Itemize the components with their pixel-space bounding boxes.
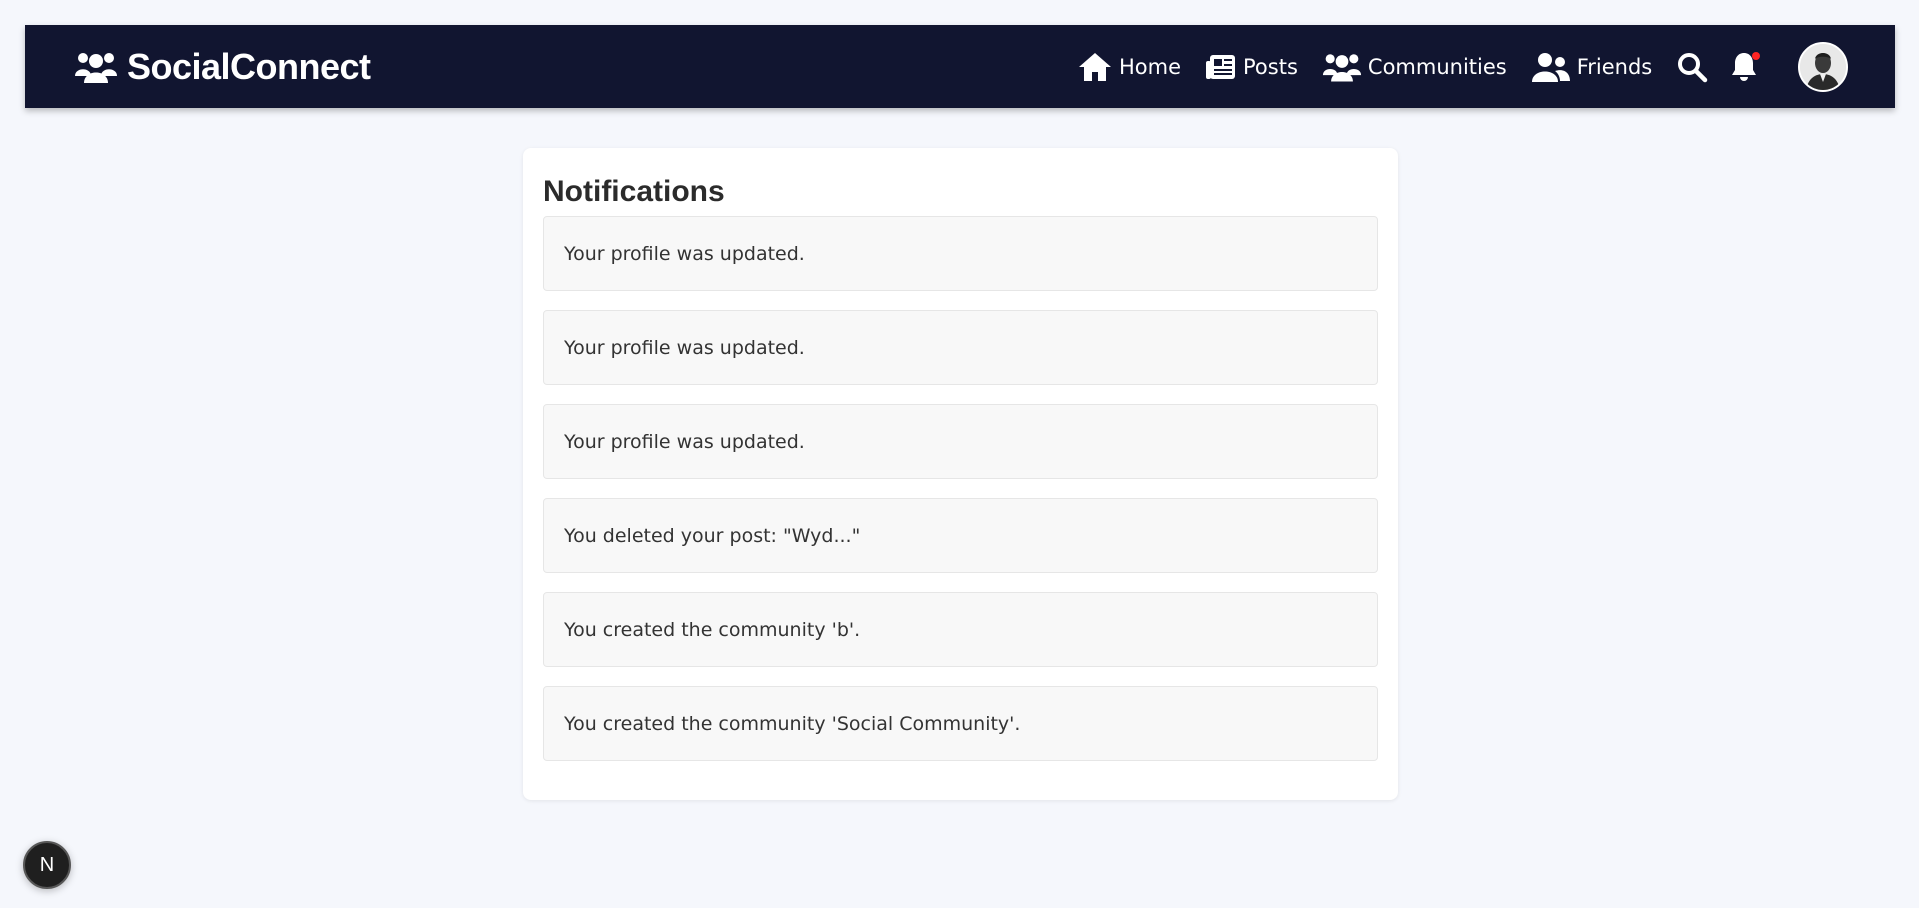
nav-item-communities[interactable]: Communities bbox=[1322, 51, 1507, 83]
home-icon bbox=[1079, 52, 1111, 81]
nav-label-communities: Communities bbox=[1367, 54, 1507, 79]
notification-list: Your profile was updated. Your profile w… bbox=[543, 216, 1378, 780]
nav-label-friends: Friends bbox=[1576, 54, 1653, 79]
notification-item[interactable]: Your profile was updated. bbox=[543, 404, 1378, 479]
notification-text: Your profile was updated. bbox=[564, 242, 805, 265]
avatar[interactable] bbox=[1798, 41, 1849, 92]
nav-label-home: Home bbox=[1119, 54, 1182, 79]
notification-text: Your profile was updated. bbox=[564, 336, 805, 359]
nav-label-posts: Posts bbox=[1243, 54, 1298, 79]
top-navbar: SocialConnect Home Posts Communities Fri… bbox=[25, 25, 1895, 108]
notification-item[interactable]: Your profile was updated. bbox=[543, 310, 1378, 385]
users-icon bbox=[75, 52, 117, 83]
brand[interactable]: SocialConnect bbox=[74, 25, 371, 108]
brand-name: SocialConnect bbox=[127, 45, 371, 87]
notifications-card: Notifications Your profile was updated. … bbox=[523, 148, 1398, 800]
notification-text: You deleted your post: "Wyd..." bbox=[564, 524, 861, 547]
notifications-button[interactable] bbox=[1730, 51, 1761, 83]
search-button[interactable] bbox=[1676, 51, 1708, 83]
newspaper-icon bbox=[1206, 54, 1236, 79]
users-icon bbox=[1322, 53, 1361, 82]
nav-item-posts[interactable]: Posts bbox=[1205, 53, 1298, 81]
unread-indicator bbox=[1752, 51, 1761, 60]
page-title: Notifications bbox=[543, 175, 725, 208]
nav-links: Home Posts Communities Friends bbox=[1077, 25, 1849, 108]
notification-item[interactable]: You created the community 'Social Commun… bbox=[543, 686, 1378, 761]
nav-item-friends[interactable]: Friends bbox=[1531, 51, 1653, 83]
dev-tools-button[interactable]: N bbox=[23, 841, 71, 889]
user-avatar-image bbox=[1800, 43, 1847, 90]
user-friends-icon bbox=[1531, 52, 1570, 82]
notification-item[interactable]: Your profile was updated. bbox=[543, 216, 1378, 291]
notification-text: Your profile was updated. bbox=[564, 430, 805, 453]
notification-text: You created the community 'b'. bbox=[564, 618, 861, 641]
search-icon bbox=[1678, 52, 1708, 82]
nav-item-home[interactable]: Home bbox=[1077, 51, 1181, 83]
notification-text: You created the community 'Social Commun… bbox=[564, 712, 1021, 735]
notification-item[interactable]: You created the community 'b'. bbox=[543, 592, 1378, 667]
notification-item[interactable]: You deleted your post: "Wyd..." bbox=[543, 498, 1378, 573]
dev-tools-label: N bbox=[39, 853, 55, 876]
